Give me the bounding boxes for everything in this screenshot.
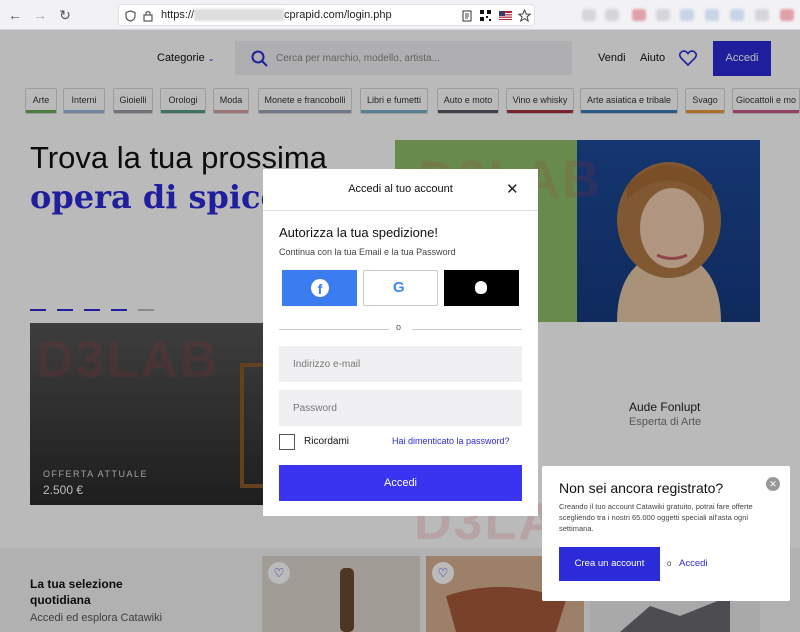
divider <box>412 329 522 330</box>
reader-view-icon[interactable] <box>462 10 472 22</box>
login-submit-button[interactable]: Accedi <box>279 465 522 501</box>
register-popup: Non sei ancora registrato? ✕ Creando il … <box>542 466 790 601</box>
divider <box>279 329 389 330</box>
us-flag-icon <box>499 11 512 20</box>
google-icon: G <box>393 279 405 296</box>
lock-icon <box>143 10 153 22</box>
extension-icon[interactable] <box>730 9 744 21</box>
shield-icon <box>125 10 136 22</box>
facebook-login-button[interactable]: f <box>282 270 357 306</box>
modal-header: Accedi al tuo account ✕ <box>263 169 538 211</box>
register-title: Non sei ancora registrato? <box>559 480 724 496</box>
extension-icon[interactable] <box>632 9 646 21</box>
apple-icon <box>475 281 487 294</box>
or-separator: o <box>396 322 402 332</box>
extension-icon[interactable] <box>755 9 769 21</box>
create-account-button[interactable]: Crea un account <box>559 547 660 581</box>
login-modal: Accedi al tuo account ✕ Autorizza la tua… <box>263 169 538 516</box>
url-redacted <box>194 9 285 22</box>
reload-icon[interactable]: ↻ <box>56 6 74 24</box>
or-separator: o <box>667 559 672 568</box>
password-field[interactable] <box>279 390 522 426</box>
auth-heading: Autorizza la tua spedizione! <box>279 225 438 240</box>
email-field[interactable] <box>279 346 522 382</box>
apple-login-button[interactable] <box>444 270 519 306</box>
bookmark-star-icon[interactable] <box>518 9 531 22</box>
extension-icon[interactable] <box>705 9 719 21</box>
close-icon[interactable]: ✕ <box>766 477 780 491</box>
forgot-password-link[interactable]: Hai dimenticato la password? <box>392 436 510 446</box>
forward-arrow-icon[interactable]: → <box>31 6 49 24</box>
facebook-icon: f <box>311 279 329 297</box>
url-text: https://cprapid.com/login.php <box>161 9 392 22</box>
address-bar[interactable]: https://cprapid.com/login.php <box>118 4 535 26</box>
auth-subheading: Continua con la tua Email e la tua Passw… <box>279 247 456 257</box>
back-arrow-icon[interactable]: ← <box>6 6 24 24</box>
register-login-link[interactable]: Accedi <box>679 558 708 569</box>
remember-me-checkbox[interactable] <box>279 434 295 450</box>
modal-title: Accedi al tuo account <box>348 183 453 195</box>
extension-icon[interactable] <box>656 9 670 21</box>
browser-toolbar: ← → ↻ https://cprapid.com/login.php <box>0 0 800 30</box>
register-text: Creando il tuo account Catawiki gratuito… <box>559 502 753 533</box>
extension-icon[interactable] <box>780 9 794 21</box>
remember-me-label: Ricordami <box>304 436 350 447</box>
close-icon[interactable]: ✕ <box>506 180 519 198</box>
qr-code-icon[interactable] <box>480 10 491 21</box>
extension-icon[interactable] <box>680 9 694 21</box>
google-login-button[interactable]: G <box>363 270 438 306</box>
extension-icon[interactable] <box>582 9 596 21</box>
extension-icon[interactable] <box>605 9 619 21</box>
